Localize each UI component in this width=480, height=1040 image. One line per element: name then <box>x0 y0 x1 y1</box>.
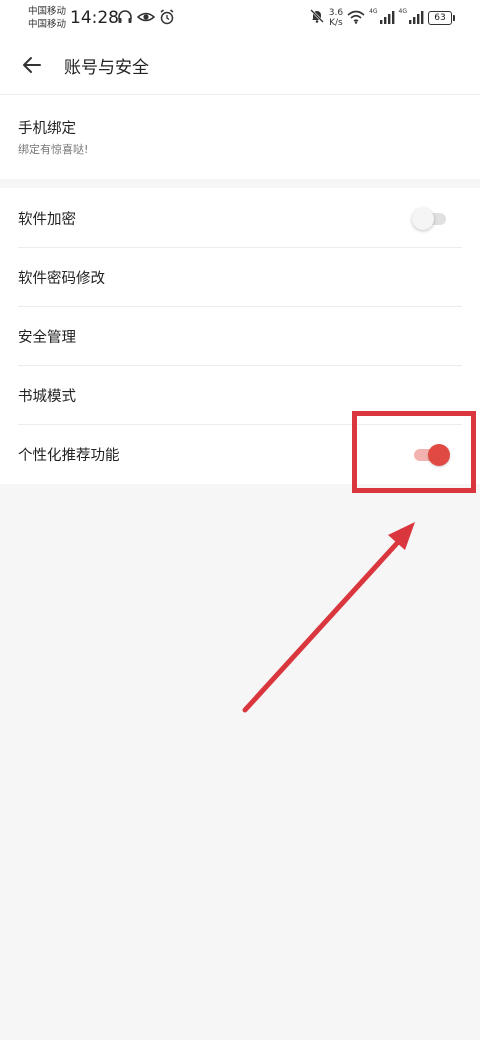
annotation-arrow-icon <box>242 522 415 713</box>
